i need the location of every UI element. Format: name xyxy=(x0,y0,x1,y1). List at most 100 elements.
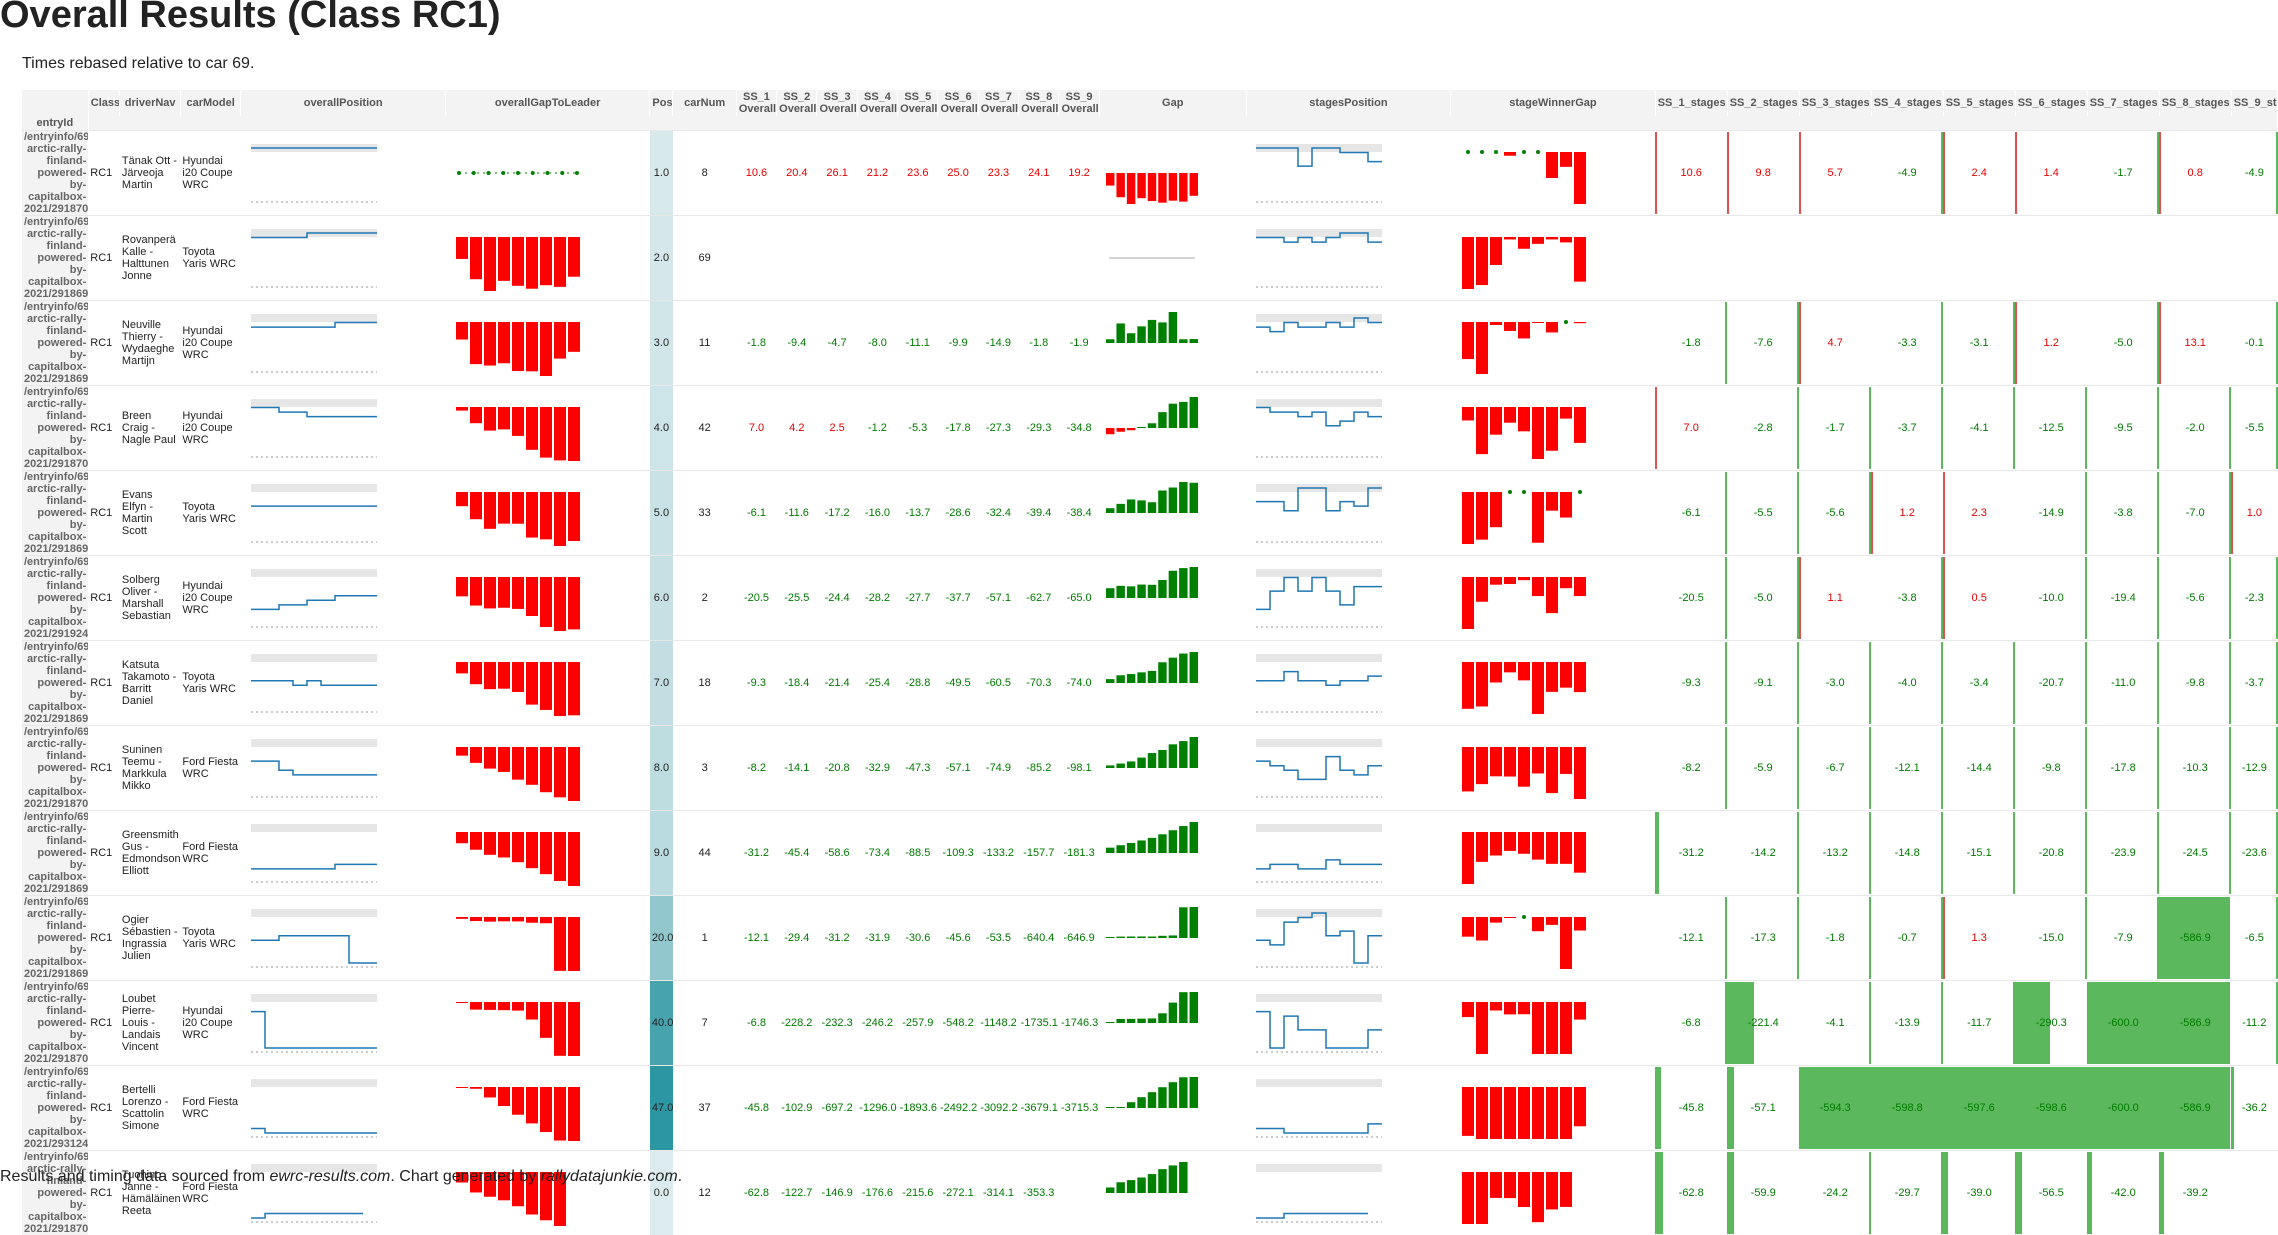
entry-id-cell[interactable]: /entryinfo/69715-arctic-rally-finland-po… xyxy=(22,811,88,896)
column-header[interactable]: SS_2_stages xyxy=(1727,90,1799,116)
winner-gap-bar xyxy=(1532,322,1544,323)
bar-mark xyxy=(1106,588,1114,598)
class-cell: RC1 xyxy=(88,726,120,811)
column-header[interactable]: stageWinnerGap xyxy=(1451,90,1656,116)
stages-position-chart xyxy=(1246,811,1451,896)
column-header[interactable]: driverNav xyxy=(120,90,180,116)
column-header[interactable]: SS_4Overall xyxy=(857,90,897,116)
car-number-cell: 7 xyxy=(673,981,736,1066)
column-header[interactable]: Class xyxy=(88,90,120,116)
table-row[interactable]: /entryinfo/69715-arctic-rally-finland-po… xyxy=(22,811,2278,896)
column-header[interactable]: SS_2Overall xyxy=(777,90,817,116)
entry-id-cell[interactable]: /entryinfo/69715-arctic-rally-finland-po… xyxy=(22,896,88,981)
stage-value-bar xyxy=(1725,557,1727,639)
table-row[interactable]: /entryinfo/69715-arctic-rally-finland-po… xyxy=(22,556,2278,641)
bar-mark xyxy=(456,1002,468,1003)
column-header[interactable]: SS_1Overall xyxy=(736,90,776,116)
table-row[interactable]: /entryinfo/69715-arctic-rally-finland-po… xyxy=(22,216,2278,301)
gap-to-leader-chart xyxy=(445,471,650,556)
stage-value-bar xyxy=(2157,557,2159,639)
winner-gap-bar xyxy=(1560,577,1572,588)
column-header[interactable]: SS_3_stages xyxy=(1799,90,1871,116)
winner-gap-bar xyxy=(1546,322,1558,332)
table-row[interactable]: /entryinfo/69715-arctic-rally-finland-po… xyxy=(22,726,2278,811)
overall-rebased-cell: -1735.1 xyxy=(1019,981,1059,1066)
stage-rebased-cell: -10.3 xyxy=(2159,726,2231,811)
column-header[interactable]: carNum xyxy=(673,90,736,116)
gap-to-leader-chart xyxy=(445,981,650,1066)
column-header[interactable]: SS_1_stages xyxy=(1655,90,1727,116)
column-header[interactable]: stagesPosition xyxy=(1246,90,1451,116)
stage-rebased-cell: -9.1 xyxy=(1727,641,1799,726)
table-row[interactable]: /entryinfo/69715-arctic-rally-finland-po… xyxy=(22,1066,2278,1151)
stage-rebased-cell: -4.9 xyxy=(2231,131,2277,216)
stage-rebased-cell: -3.3 xyxy=(1871,301,1943,386)
table-row[interactable]: /entryinfo/69715-arctic-rally-finland-po… xyxy=(22,1151,2278,1235)
stage-rebased-cell: -598.8 xyxy=(1871,1066,1943,1151)
stages-position-svg xyxy=(1248,646,1390,720)
entry-id-cell[interactable]: /entryinfo/69715-arctic-rally-finland-po… xyxy=(22,386,88,471)
column-header[interactable]: SS_5_stages xyxy=(1943,90,2015,116)
bar-mark xyxy=(1148,671,1156,683)
entry-id-cell[interactable]: /entryinfo/69715-arctic-rally-finland-po… xyxy=(22,216,88,301)
column-header[interactable]: overallPosition xyxy=(241,90,446,116)
footer-source-link[interactable]: ewrc-results.com xyxy=(269,1168,390,1185)
column-header[interactable]: SS_7_stages xyxy=(2087,90,2159,116)
overall-rebased-cell: 24.1 xyxy=(1019,131,1059,216)
entry-id-cell[interactable]: /entryinfo/69715-arctic-rally-finland-po… xyxy=(22,556,88,641)
column-header[interactable]: carModel xyxy=(180,90,240,116)
car-number-cell: 12 xyxy=(673,1151,736,1235)
column-header[interactable]: SS_5Overall xyxy=(898,90,938,116)
table-row[interactable]: /entryinfo/69715-arctic-rally-finland-po… xyxy=(22,981,2278,1066)
bar-mark xyxy=(512,1002,524,1011)
entry-id-cell[interactable]: /entryinfo/69715-arctic-rally-finland-po… xyxy=(22,471,88,556)
bar-mark xyxy=(1179,992,1187,1023)
entry-id-cell[interactable]: /entryinfo/69715-arctic-rally-finland-po… xyxy=(22,641,88,726)
column-header[interactable]: SS_7Overall xyxy=(978,90,1018,116)
column-header[interactable]: SS_4_stages xyxy=(1871,90,1943,116)
bar-mark xyxy=(1106,339,1114,343)
entry-id-cell[interactable]: /entryinfo/69715-arctic-rally-finland-po… xyxy=(22,1066,88,1151)
column-header[interactable]: SS_9Overall xyxy=(1059,90,1099,116)
bar-mark xyxy=(1117,937,1125,938)
entry-id-cell[interactable]: /entryinfo/69715-arctic-rally-finland-po… xyxy=(22,726,88,811)
footer-generator-link[interactable]: rallydatajunkie.com xyxy=(541,1168,678,1185)
column-header[interactable]: SS_8_stages xyxy=(2159,90,2231,116)
table-row[interactable]: /entryinfo/69715-arctic-rally-finland-po… xyxy=(22,896,2278,981)
winner-gap-bar xyxy=(1532,237,1544,244)
winner-gap-bar xyxy=(1546,917,1558,925)
overall-rebased-cell: 7.0 xyxy=(736,386,776,471)
overall-rebased-cell: -57.1 xyxy=(978,556,1018,641)
winner-gap-bar xyxy=(1490,1002,1502,1010)
stage-rebased-cell: -62.8 xyxy=(1655,1151,1727,1235)
overall-rebased-cell: -31.2 xyxy=(817,896,857,981)
overall-rebased-cell: -548.2 xyxy=(938,981,978,1066)
column-header[interactable]: SS_8Overall xyxy=(1019,90,1059,116)
column-header[interactable]: SS_6Overall xyxy=(938,90,978,116)
table-row[interactable]: /entryinfo/69715-arctic-rally-finland-po… xyxy=(22,131,2278,216)
entry-id-cell[interactable]: /entryinfo/69715-arctic-rally-finland-po… xyxy=(22,131,88,216)
bar-mark xyxy=(512,1087,524,1115)
overall-rebased-cell: -70.3 xyxy=(1019,641,1059,726)
column-header[interactable]: overallGapToLeader xyxy=(445,90,650,116)
entry-id-cell[interactable]: /entryinfo/69715-arctic-rally-finland-po… xyxy=(22,1151,88,1235)
column-header[interactable]: SS_6_stages xyxy=(2015,90,2087,116)
overall-rebased-cell: -9.3 xyxy=(736,641,776,726)
column-header[interactable]: Pos xyxy=(650,90,673,116)
entry-id-cell[interactable]: /entryinfo/69715-arctic-rally-finland-po… xyxy=(22,981,88,1066)
overall-position-chart xyxy=(241,896,446,981)
table-row[interactable]: /entryinfo/69715-arctic-rally-finland-po… xyxy=(22,641,2278,726)
entry-id-cell[interactable]: /entryinfo/69715-arctic-rally-finland-po… xyxy=(22,301,88,386)
overall-rebased-cell: -88.5 xyxy=(898,811,938,896)
stage-rebased-cell xyxy=(2015,216,2087,301)
table-row[interactable]: /entryinfo/69715-arctic-rally-finland-po… xyxy=(22,301,2278,386)
table-row[interactable]: /entryinfo/69715-arctic-rally-finland-po… xyxy=(22,471,2278,556)
stage-rebased-cell: -3.7 xyxy=(2231,641,2277,726)
table-row[interactable]: /entryinfo/69715-arctic-rally-finland-po… xyxy=(22,386,2278,471)
column-header[interactable]: Gap xyxy=(1099,90,1246,116)
column-header[interactable]: SS_3Overall xyxy=(817,90,857,116)
column-header[interactable]: SS_9_stages xyxy=(2231,90,2277,116)
bar-mark xyxy=(498,917,510,921)
bar-mark xyxy=(1127,499,1135,513)
stage-value: -598.6 xyxy=(2036,1102,2067,1114)
